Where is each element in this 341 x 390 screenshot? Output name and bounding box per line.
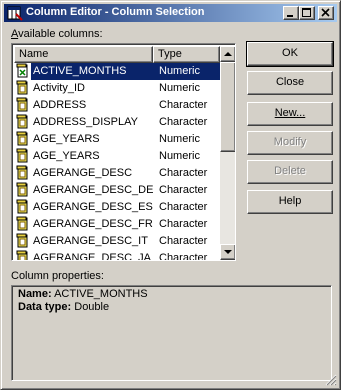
resize-grip-icon[interactable] [325, 374, 337, 386]
vertical-scrollbar[interactable] [220, 46, 235, 260]
list-row[interactable]: Activity_ID Numeric [14, 80, 220, 97]
list-row[interactable]: AGE_YEARS Numeric [14, 148, 220, 165]
column-icon [16, 165, 30, 181]
list-row[interactable]: AGERANGE_DESC_ES Character [14, 199, 220, 216]
row-column-type: Character [159, 167, 208, 179]
available-columns-label: Available columns: [11, 28, 103, 40]
minimize-icon [287, 15, 293, 17]
row-column-name: AGE_YEARS [33, 150, 100, 162]
property-datatype-label: Data type: [18, 301, 72, 313]
minimize-button[interactable] [283, 6, 299, 20]
list-row[interactable]: ACTIVE_MONTHS Numeric [14, 63, 220, 80]
row-column-name: AGERANGE_DESC_DE [33, 184, 154, 196]
name-column-header[interactable]: Name [14, 46, 153, 63]
ok-button-label: OK [282, 47, 298, 59]
name-header-label: Name [19, 48, 49, 60]
column-icon [16, 131, 30, 147]
list-header: Name Type [14, 46, 220, 63]
row-column-type: Character [159, 116, 208, 128]
row-column-name: AGERANGE_DESC_FR [33, 218, 153, 230]
close-button[interactable]: Close [247, 71, 333, 95]
scroll-up-button[interactable] [220, 46, 235, 62]
close-window-button[interactable] [318, 6, 334, 20]
column-icon [16, 250, 30, 260]
row-column-type: Numeric [159, 150, 200, 162]
row-column-name: AGERANGE_DESC_JA [33, 252, 151, 260]
arrow-up-icon [224, 52, 232, 56]
row-column-type: Character [159, 252, 208, 260]
row-column-type: Character [159, 201, 208, 213]
column-icon [16, 182, 30, 198]
column-properties-panel: Name: ACTIVE_MONTHS Data type: Double [11, 285, 332, 381]
list-row[interactable]: AGERANGE_DESC_FR Character [14, 216, 220, 233]
column-icon [16, 216, 30, 232]
row-column-name: ACTIVE_MONTHS [33, 65, 127, 77]
row-column-type: Numeric [159, 65, 200, 77]
property-name-value: ACTIVE_MONTHS [54, 288, 148, 300]
list-row[interactable]: AGERANGE_DESC_IT Character [14, 233, 220, 250]
arrow-down-icon [224, 250, 232, 254]
row-column-name: ADDRESS_DISPLAY [33, 116, 138, 128]
close-icon [321, 8, 330, 17]
close-button-label: Close [275, 76, 305, 88]
column-properties-label: Column properties: [11, 270, 104, 282]
row-column-name: Activity_ID [33, 82, 85, 94]
scroll-thumb[interactable] [220, 62, 235, 152]
row-column-name: AGERANGE_DESC [33, 167, 133, 179]
calculated-column-icon [16, 63, 30, 79]
ok-button[interactable]: OK [246, 41, 334, 67]
row-column-type: Numeric [159, 133, 200, 145]
title-bar[interactable]: Column Editor - Column Selection [4, 4, 337, 22]
list-rows: ACTIVE_MONTHS Numeric Activity_ID Numeric AD… [14, 63, 220, 260]
list-row[interactable]: ADDRESS Character [14, 97, 220, 114]
row-column-name: AGERANGE_DESC_ES [33, 201, 153, 213]
property-name: Name: ACTIVE_MONTHS [18, 288, 148, 300]
property-datatype-value: Double [74, 301, 110, 313]
property-name-label: Name: [18, 288, 52, 300]
new-button[interactable]: New... [247, 102, 333, 126]
column-icon [16, 97, 30, 113]
row-column-type: Numeric [159, 82, 200, 94]
column-icon [16, 233, 30, 249]
list-row[interactable]: AGERANGE_DESC Character [14, 165, 220, 182]
maximize-icon [302, 8, 311, 17]
row-column-type: Character [159, 184, 208, 196]
help-button-label: Help [278, 195, 302, 207]
modify-button-label: Modify [273, 136, 307, 148]
column-icon [16, 80, 30, 96]
column-icon [16, 199, 30, 215]
property-datatype: Data type: Double [18, 301, 109, 313]
row-column-type: Character [159, 235, 208, 247]
columns-list[interactable]: Name Type ACTIVE_MONTHS Numeric Activity_I… [11, 43, 236, 261]
row-column-name: AGERANGE_DESC_IT [33, 235, 148, 247]
row-column-name: ADDRESS [33, 99, 87, 111]
list-row[interactable]: AGERANGE_DESC_DE Character [14, 182, 220, 199]
list-row[interactable]: AGE_YEARS Numeric [14, 131, 220, 148]
help-button[interactable]: Help [247, 190, 333, 214]
window-title: Column Editor - Column Selection [26, 6, 205, 18]
row-column-type: Character [159, 218, 208, 230]
list-row[interactable]: ADDRESS_DISPLAY Character [14, 114, 220, 131]
row-column-name: AGE_YEARS [33, 133, 100, 145]
delete-button-label: Delete [274, 165, 306, 177]
maximize-button[interactable] [299, 6, 315, 20]
available-columns-label-rest: vailable columns: [18, 28, 103, 40]
modify-button[interactable]: Modify [247, 131, 333, 155]
column-icon [16, 114, 30, 130]
scroll-down-button[interactable] [220, 244, 235, 260]
column-icon [16, 148, 30, 164]
delete-button[interactable]: Delete [247, 160, 333, 184]
type-header-label: Type [158, 48, 182, 60]
list-row[interactable]: AGERANGE_DESC_JA Character [14, 250, 220, 260]
new-button-label: New... [274, 107, 306, 119]
type-column-header[interactable]: Type [153, 46, 220, 63]
column-editor-window: Column Editor - Column Selection Availab… [0, 0, 341, 390]
row-column-type: Character [159, 99, 208, 111]
window-app-icon [7, 6, 23, 21]
